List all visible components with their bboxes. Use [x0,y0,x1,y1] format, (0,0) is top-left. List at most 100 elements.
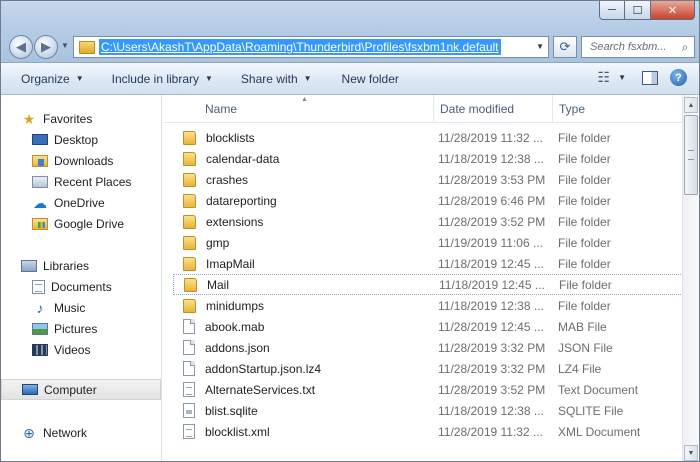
file-name-cell: Mail [184,277,229,292]
nav-pictures[interactable]: Pictures [1,318,161,339]
preview-pane-icon[interactable] [642,70,658,85]
close-button[interactable]: ✕ [651,1,695,20]
nav-label: Computer [44,382,97,397]
address-path[interactable]: C:\Users\AkashT\AppData\Roaming\Thunderb… [99,39,501,55]
include-in-library-button[interactable]: Include in library ▼ [112,72,213,86]
share-with-button[interactable]: Share with ▼ [241,72,312,86]
table-row-focused[interactable]: Mail 11/18/2019 12:45 ... File folder [173,274,685,295]
nav-downloads[interactable]: Downloads [1,150,161,171]
date-modified-cell: 11/28/2019 3:52 PM [438,214,546,229]
search-icon[interactable]: ⌕ [676,40,694,55]
music-icon: ♪ [36,299,44,316]
nav-favorites[interactable]: ★ Favorites [1,108,161,129]
view-options-icon[interactable]: ☷ [598,69,611,86]
date-modified-cell: 11/28/2019 3:32 PM [438,361,546,376]
column-header-date-modified[interactable]: Date modified [434,95,553,123]
file-icon [183,340,195,355]
recent-pages-dropdown[interactable]: ▼ [61,41,69,50]
nav-libraries[interactable]: Libraries [1,255,161,276]
column-header-name[interactable]: ▲ Name [171,95,434,123]
scroll-down-button[interactable]: ▼ [684,445,698,461]
refresh-icon: ⟳ [559,39,571,54]
address-bar[interactable]: C:\Users\AkashT\AppData\Roaming\Thunderb… [73,36,549,58]
sqlite-file-icon [183,403,195,418]
type-cell: File folder [559,277,612,292]
refresh-button[interactable]: ⟳ [553,36,577,58]
table-row[interactable]: crashes 11/28/2019 3:53 PM File folder [173,169,685,190]
type-cell: File folder [558,214,611,229]
table-row[interactable]: calendar-data 11/18/2019 12:38 ... File … [173,148,685,169]
table-row[interactable]: abook.mab 11/28/2019 12:45 ... MAB File [173,316,685,337]
desktop-icon [32,134,48,145]
nav-network[interactable]: ⊕ Network [1,422,161,443]
table-row[interactable]: AlternateServices.txt 11/28/2019 3:52 PM… [173,379,685,400]
vertical-scrollbar[interactable]: ▲ ▼ [682,95,699,461]
maximize-button[interactable]: ☐ [625,1,651,20]
file-name: addonStartup.json.lz4 [205,361,322,376]
date-modified-cell: 11/28/2019 12:45 ... [438,319,544,334]
search-input[interactable]: Search fsxbm... [590,41,676,53]
nav-documents[interactable]: Documents [1,276,161,297]
help-icon[interactable]: ? [670,69,687,86]
table-row[interactable]: addons.json 11/28/2019 3:32 PM JSON File [173,337,685,358]
file-name: blocklist.xml [205,424,270,439]
title-bar: ─ ☐ ✕ ◀ ▶ ▼ C:\Users\AkashT\AppData\Roam… [1,1,699,63]
scroll-up-button[interactable]: ▲ [684,97,698,113]
table-row[interactable]: datareporting 11/28/2019 6:46 PM File fo… [173,190,685,211]
computer-icon [22,384,38,395]
network-icon: ⊕ [23,424,35,441]
search-box[interactable]: Search fsxbm... ⌕ [581,36,695,58]
nav-onedrive[interactable]: ☁ OneDrive [1,192,161,213]
chevron-down-icon: ▼ [75,74,84,83]
nav-videos[interactable]: Videos [1,339,161,360]
file-name: abook.mab [205,319,265,334]
type-cell: JSON File [558,340,613,355]
chevron-down-icon: ▼ [303,74,312,83]
nav-google-drive[interactable]: Google Drive [1,213,161,234]
nav-desktop[interactable]: Desktop [1,129,161,150]
nav-recent-places[interactable]: Recent Places [1,171,161,192]
file-name-cell: addonStartup.json.lz4 [183,361,321,376]
table-row[interactable]: gmp 11/19/2019 11:06 ... File folder [173,232,685,253]
date-modified-cell: 11/18/2019 12:38 ... [438,151,544,166]
file-name: AlternateServices.txt [205,382,316,397]
file-name-cell: calendar-data [183,151,279,166]
pictures-icon [32,322,48,335]
back-button[interactable]: ◀ [9,35,33,59]
table-row[interactable]: blocklist.xml 11/28/2019 11:32 ... XML D… [173,421,685,442]
google-drive-icon [32,217,48,230]
scroll-thumb[interactable] [684,115,698,195]
file-name-cell: blocklist.xml [183,424,270,439]
type-cell: SQLITE File [558,403,624,418]
column-header-type[interactable]: Type [553,95,683,123]
file-name-cell: blocklists [183,130,255,145]
organize-button[interactable]: Organize ▼ [21,72,84,86]
address-dropdown-icon[interactable]: ▼ [536,42,544,51]
nav-label: Favorites [43,111,93,126]
organize-label: Organize [21,71,70,86]
table-row[interactable]: extensions 11/28/2019 3:52 PM File folde… [173,211,685,232]
file-name: ImapMail [206,256,255,271]
nav-label: Recent Places [54,174,132,189]
table-row[interactable]: minidumps 11/18/2019 12:38 ... File fold… [173,295,685,316]
date-modified-cell: 11/28/2019 3:32 PM [438,340,546,355]
cloud-icon: ☁ [33,194,47,211]
table-row[interactable]: blocklists 11/28/2019 11:32 ... File fol… [173,127,685,148]
navigation-pane: ★ Favorites Desktop Downloads Recent Pla… [1,95,162,461]
forward-button[interactable]: ▶ [34,35,58,59]
table-row[interactable]: ImapMail 11/18/2019 12:45 ... File folde… [173,253,685,274]
nav-computer[interactable]: Computer [1,379,161,400]
minimize-button[interactable]: ─ [599,1,625,20]
type-cell: File folder [558,256,611,271]
share-with-label: Share with [240,71,298,86]
chevron-down-icon[interactable]: ▼ [618,73,626,82]
nav-label: Documents [51,279,112,294]
new-folder-button[interactable]: New folder [342,72,399,86]
chevron-up-icon: ▲ [687,101,695,109]
folder-icon [183,298,196,313]
nav-music[interactable]: ♪ Music [1,297,161,318]
table-row[interactable]: addonStartup.json.lz4 11/28/2019 3:32 PM… [173,358,685,379]
table-row[interactable]: blist.sqlite 11/18/2019 12:38 ... SQLITE… [173,400,685,421]
type-cell: File folder [558,193,611,208]
date-modified-cell: 11/28/2019 6:46 PM [438,193,546,208]
